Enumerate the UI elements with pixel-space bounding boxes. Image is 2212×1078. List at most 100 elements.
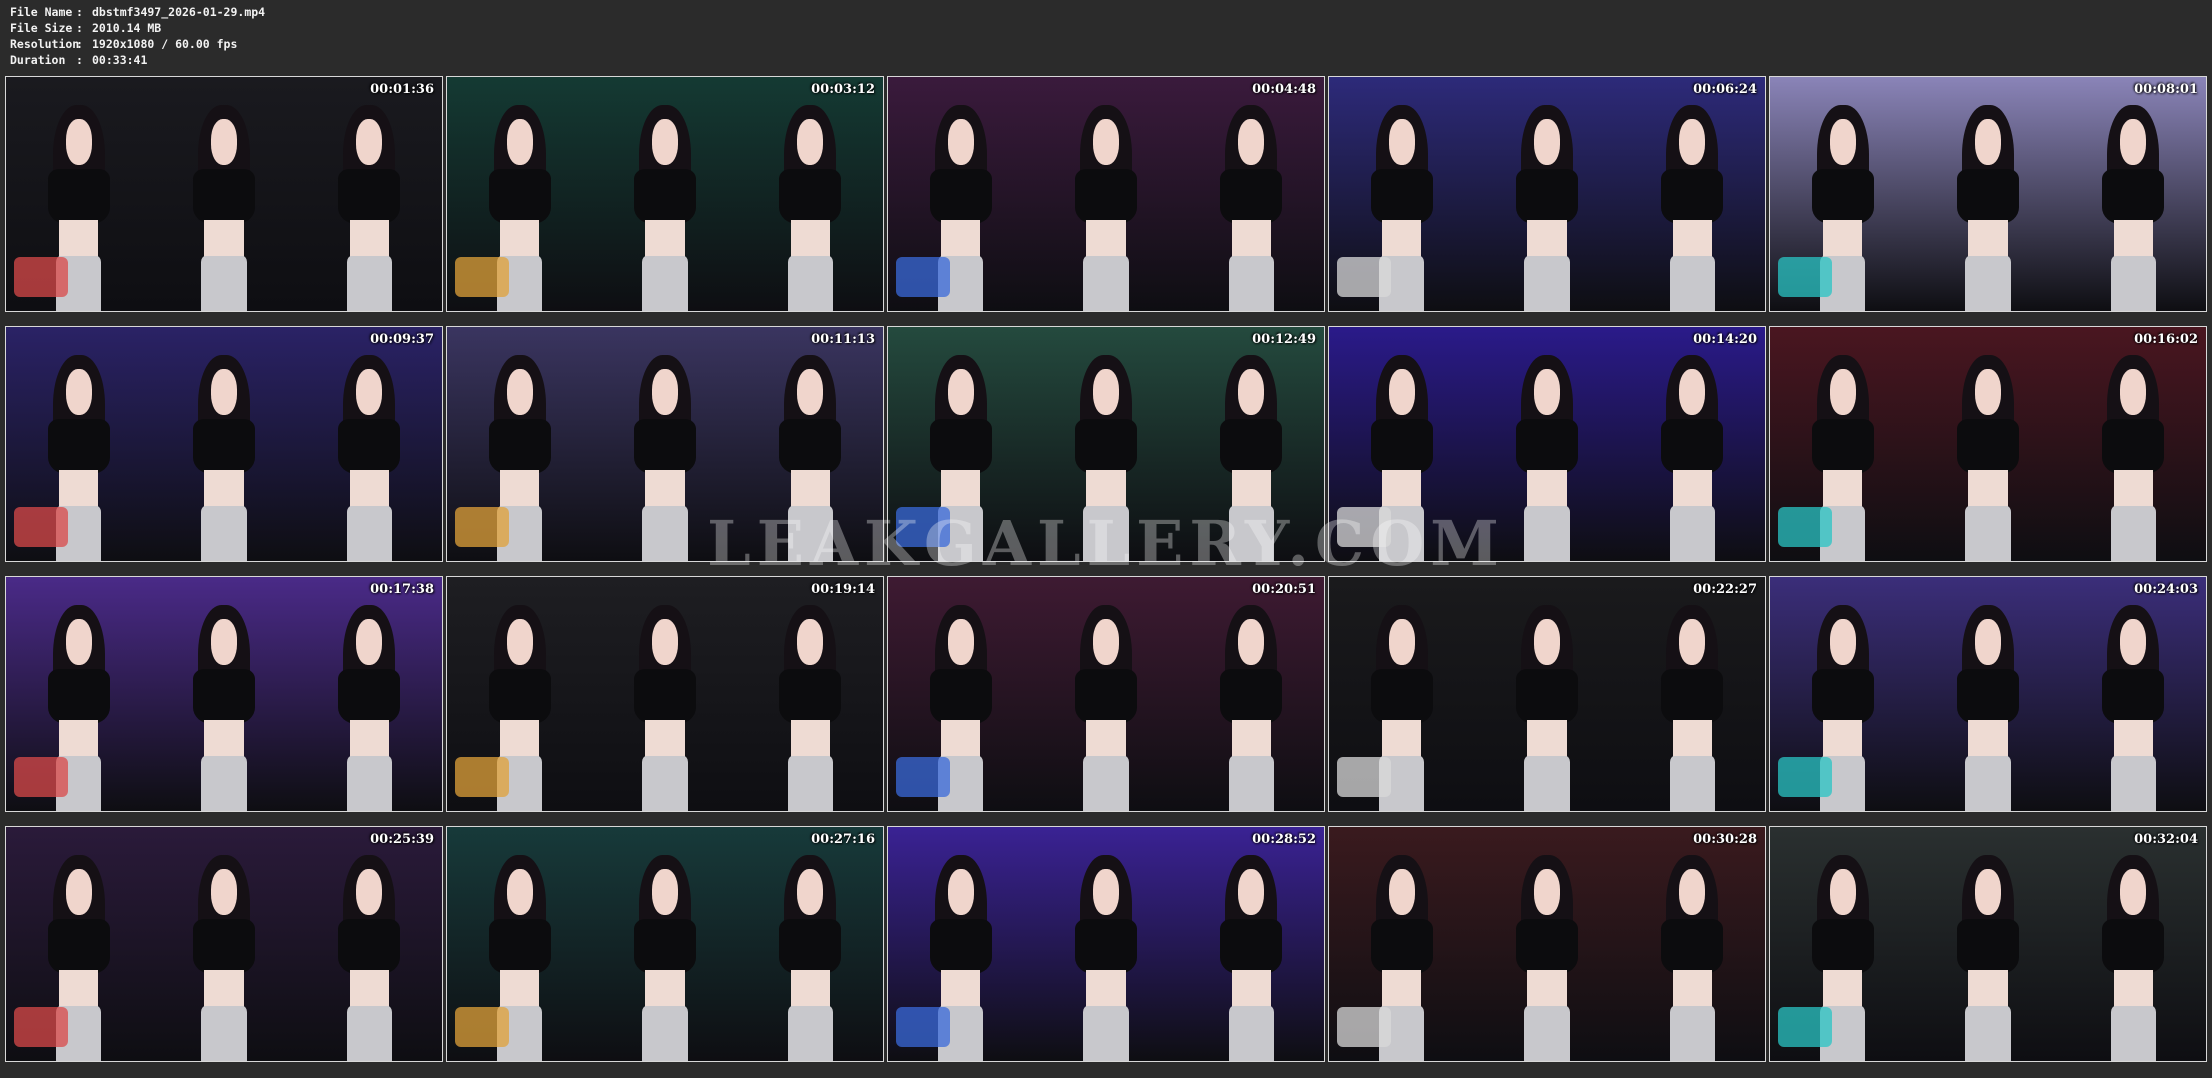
thumbnail-frame-panel [296, 77, 442, 311]
performer-figure [183, 605, 264, 811]
thumbnail-frame-panel [1474, 327, 1620, 561]
thumbnail-frame-panel [1033, 827, 1179, 1061]
thumbnail-frame-panel [1619, 77, 1765, 311]
performer-figure [329, 105, 410, 311]
thumbnail-frame-panel [151, 77, 297, 311]
video-thumbnail[interactable]: 00:11:13 [446, 326, 884, 562]
thumbnail-timestamp: 00:25:39 [370, 832, 434, 847]
file-info-label: Resolution [10, 37, 80, 51]
file-info-label: File Size [10, 21, 73, 35]
thumbnail-frame-panel [151, 327, 297, 561]
performer-figure [1065, 855, 1146, 1061]
performer-figure [1065, 605, 1146, 811]
video-thumbnail[interactable]: 00:06:24 [1328, 76, 1766, 312]
thumbnail-frame-panel [1033, 577, 1179, 811]
performer-figure [624, 605, 705, 811]
thumbnail-frame-panel [737, 327, 883, 561]
video-thumbnail[interactable]: 00:25:39 [5, 826, 443, 1062]
overlay-sticker-icon [1337, 507, 1391, 547]
video-thumbnail[interactable]: 00:08:01 [1769, 76, 2207, 312]
file-info-separator: : [76, 37, 83, 51]
thumbnail-frame-panel [1474, 827, 1620, 1061]
thumbnail-frame-panel [1915, 327, 2061, 561]
file-info-row: Duration:00:33:41 [10, 52, 265, 68]
thumbnail-frame-panel [1178, 327, 1324, 561]
performer-figure [1506, 105, 1587, 311]
thumbnail-frame-panel [1619, 827, 1765, 1061]
thumbnail-frame-panel [1178, 577, 1324, 811]
performer-figure [329, 605, 410, 811]
video-thumbnail[interactable]: 00:19:14 [446, 576, 884, 812]
thumbnail-frame-panel [737, 577, 883, 811]
video-thumbnail[interactable]: 00:09:37 [5, 326, 443, 562]
performer-figure [624, 105, 705, 311]
performer-figure [329, 855, 410, 1061]
thumbnail-timestamp: 00:09:37 [370, 332, 434, 347]
overlay-sticker-icon [1337, 757, 1391, 797]
performer-figure [1947, 355, 2028, 561]
performer-figure [1506, 605, 1587, 811]
thumbnail-timestamp: 00:19:14 [811, 582, 875, 597]
performer-figure [183, 355, 264, 561]
performer-figure [183, 855, 264, 1061]
thumbnail-frame-panel [151, 577, 297, 811]
thumbnail-frame-panel [737, 77, 883, 311]
performer-figure [1947, 105, 2028, 311]
file-info-value: 1920x1080 / 60.00 fps [92, 37, 238, 51]
performer-figure [770, 355, 851, 561]
video-thumbnail[interactable]: 00:28:52 [887, 826, 1325, 1062]
thumbnail-timestamp: 00:08:01 [2134, 82, 2198, 97]
video-thumbnail[interactable]: 00:12:49 [887, 326, 1325, 562]
video-thumbnail[interactable]: 00:14:20 [1328, 326, 1766, 562]
performer-figure [2093, 355, 2174, 561]
performer-figure [1065, 355, 1146, 561]
thumbnail-frame-panel [296, 577, 442, 811]
performer-figure [1652, 605, 1733, 811]
thumbnail-frame-panel [2060, 827, 2206, 1061]
performer-figure [1211, 355, 1292, 561]
performer-figure [1211, 605, 1292, 811]
overlay-sticker-icon [1337, 1007, 1391, 1047]
performer-figure [1947, 605, 2028, 811]
performer-figure [1652, 855, 1733, 1061]
video-thumbnail[interactable]: 00:01:36 [5, 76, 443, 312]
video-thumbnail[interactable]: 00:22:27 [1328, 576, 1766, 812]
overlay-sticker-icon [1337, 257, 1391, 297]
thumbnail-timestamp: 00:01:36 [370, 82, 434, 97]
performer-figure [1506, 855, 1587, 1061]
thumbnail-timestamp: 00:30:28 [1693, 832, 1757, 847]
performer-figure [1947, 855, 2028, 1061]
overlay-sticker-icon [14, 257, 68, 297]
thumbnail-timestamp: 00:04:48 [1252, 82, 1316, 97]
overlay-sticker-icon [14, 1007, 68, 1047]
file-info-value: 00:33:41 [92, 53, 148, 67]
thumbnail-frame-panel [2060, 77, 2206, 311]
file-info-row: File Size:2010.14 MB [10, 20, 265, 36]
video-thumbnail[interactable]: 00:27:16 [446, 826, 884, 1062]
file-info-value: 2010.14 MB [92, 21, 162, 35]
thumbnail-timestamp: 00:32:04 [2134, 832, 2198, 847]
overlay-sticker-icon [896, 757, 950, 797]
thumbnail-timestamp: 00:12:49 [1252, 332, 1316, 347]
video-thumbnail[interactable]: 00:03:12 [446, 76, 884, 312]
thumbnail-frame-panel [1915, 577, 2061, 811]
video-thumbnail[interactable]: 00:17:38 [5, 576, 443, 812]
thumbnail-frame-panel [1474, 577, 1620, 811]
video-thumbnail[interactable]: 00:04:48 [887, 76, 1325, 312]
performer-figure [624, 855, 705, 1061]
video-thumbnail[interactable]: 00:32:04 [1769, 826, 2207, 1062]
overlay-sticker-icon [14, 507, 68, 547]
thumbnail-timestamp: 00:28:52 [1252, 832, 1316, 847]
thumbnail-timestamp: 00:11:13 [811, 332, 875, 347]
video-thumbnail[interactable]: 00:20:51 [887, 576, 1325, 812]
thumbnail-frame-panel [1915, 827, 2061, 1061]
overlay-sticker-icon [896, 507, 950, 547]
file-info-label: Duration [10, 53, 66, 67]
overlay-sticker-icon [455, 757, 509, 797]
video-thumbnail[interactable]: 00:30:28 [1328, 826, 1766, 1062]
thumbnail-timestamp: 00:22:27 [1693, 582, 1757, 597]
video-thumbnail[interactable]: 00:16:02 [1769, 326, 2207, 562]
performer-figure [770, 105, 851, 311]
overlay-sticker-icon [1778, 1007, 1832, 1047]
video-thumbnail[interactable]: 00:24:03 [1769, 576, 2207, 812]
